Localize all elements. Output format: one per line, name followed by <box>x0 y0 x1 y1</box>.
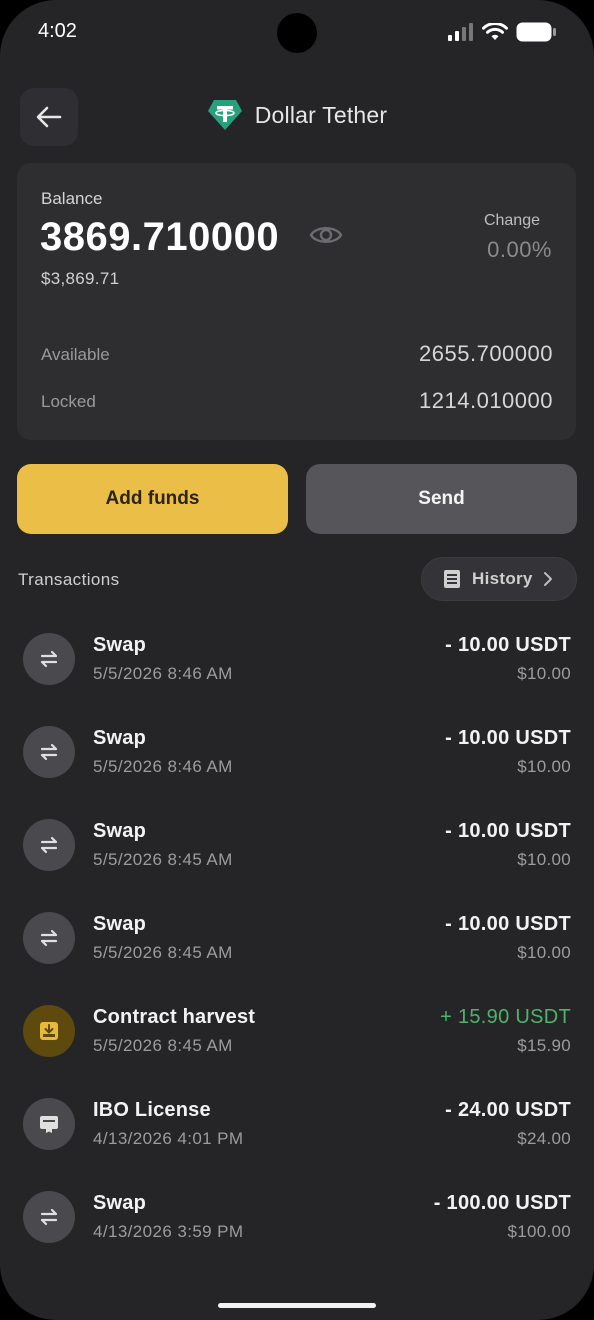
transaction-amount: + 15.90 USDT <box>440 1006 571 1028</box>
transaction-amount: - 10.00 USDT <box>445 913 571 935</box>
history-button[interactable]: History <box>421 557 577 601</box>
transaction-title: Contract harvest <box>93 1006 256 1028</box>
transaction-fiat: $100.00 <box>507 1222 571 1241</box>
transaction-date: 4/13/2026 3:59 PM <box>93 1222 244 1241</box>
wifi-icon <box>482 23 508 40</box>
transaction-row[interactable]: Swap 4/13/2026 3:59 PM - 100.00 USDT $10… <box>0 1178 594 1271</box>
transaction-fiat: $10.00 <box>517 757 571 776</box>
transactions-heading: Transactions <box>18 570 120 589</box>
home-indicator[interactable] <box>218 1303 376 1308</box>
transaction-date: 4/13/2026 4:01 PM <box>93 1129 244 1148</box>
tether-logo-icon <box>207 100 242 130</box>
transaction-amount: - 10.00 USDT <box>445 634 571 656</box>
transaction-title: Swap <box>93 634 147 656</box>
transaction-amount: - 100.00 USDT <box>433 1192 571 1214</box>
swap-icon <box>23 726 75 778</box>
swap-icon <box>23 912 75 964</box>
transaction-title: Swap <box>93 1192 147 1214</box>
transaction-date: 5/5/2026 8:45 AM <box>93 850 233 869</box>
transaction-row[interactable]: Swap 5/5/2026 8:45 AM - 10.00 USDT $10.0… <box>0 899 594 992</box>
transaction-date: 5/5/2026 8:46 AM <box>93 757 233 776</box>
transaction-title: Swap <box>93 820 147 842</box>
chevron-right-icon <box>543 572 552 586</box>
locked-value: 1214.010000 <box>419 388 553 413</box>
send-button[interactable]: Send <box>306 464 577 534</box>
swap-icon <box>23 819 75 871</box>
locked-label: Locked <box>41 392 96 411</box>
eye-icon[interactable] <box>309 223 343 252</box>
receipt-icon <box>444 570 460 588</box>
transaction-row[interactable]: Swap 5/5/2026 8:45 AM - 10.00 USDT $10.0… <box>0 806 594 899</box>
license-icon <box>23 1098 75 1150</box>
battery-icon <box>516 22 556 42</box>
transaction-fiat: $24.00 <box>517 1129 571 1148</box>
phone-screen: 4:02 Dollar Tether Balance 3869.710000 $… <box>0 0 594 1320</box>
transaction-date: 5/5/2026 8:46 AM <box>93 664 233 683</box>
transaction-fiat: $10.00 <box>517 850 571 869</box>
transaction-fiat: $10.00 <box>517 664 571 683</box>
transaction-title: IBO License <box>93 1099 211 1121</box>
transaction-amount: - 10.00 USDT <box>445 727 571 749</box>
swap-icon <box>23 1191 75 1243</box>
signal-icon <box>448 23 473 41</box>
balance-value: 3869.710000 <box>40 215 280 259</box>
available-value: 2655.700000 <box>419 341 553 366</box>
transaction-fiat: $10.00 <box>517 943 571 962</box>
transaction-row[interactable]: Swap 5/5/2026 8:46 AM - 10.00 USDT $10.0… <box>0 713 594 806</box>
balance-fiat: $3,869.71 <box>41 269 120 288</box>
swap-icon <box>23 633 75 685</box>
camera-cutout <box>277 13 317 53</box>
status-icons <box>448 22 556 42</box>
transaction-list: Swap 5/5/2026 8:46 AM - 10.00 USDT $10.0… <box>0 620 594 1271</box>
transaction-title: Swap <box>93 913 147 935</box>
transaction-date: 5/5/2026 8:45 AM <box>93 1036 233 1055</box>
balance-card: Balance 3869.710000 $3,869.71 Change 0.0… <box>17 163 576 440</box>
balance-label: Balance <box>41 189 103 208</box>
transaction-amount: - 10.00 USDT <box>445 820 571 842</box>
page-title: Dollar Tether <box>254 101 388 128</box>
change-label: Change <box>483 212 540 229</box>
transaction-fiat: $15.90 <box>517 1036 571 1055</box>
header: Dollar Tether <box>0 98 594 132</box>
transaction-row[interactable]: Swap 5/5/2026 8:46 AM - 10.00 USDT $10.0… <box>0 620 594 713</box>
transaction-row[interactable]: Contract harvest 5/5/2026 8:45 AM + 15.9… <box>0 992 594 1085</box>
transaction-title: Swap <box>93 727 147 749</box>
change-value: 0.00% <box>487 237 552 262</box>
status-time: 4:02 <box>38 20 77 42</box>
transaction-row[interactable]: IBO License 4/13/2026 4:01 PM - 24.00 US… <box>0 1085 594 1178</box>
transaction-amount: - 24.00 USDT <box>445 1099 571 1121</box>
transaction-date: 5/5/2026 8:45 AM <box>93 943 233 962</box>
add-funds-button[interactable]: Add funds <box>17 464 288 534</box>
available-label: Available <box>41 345 110 364</box>
history-label: History <box>472 569 533 588</box>
harvest-icon <box>23 1005 75 1057</box>
